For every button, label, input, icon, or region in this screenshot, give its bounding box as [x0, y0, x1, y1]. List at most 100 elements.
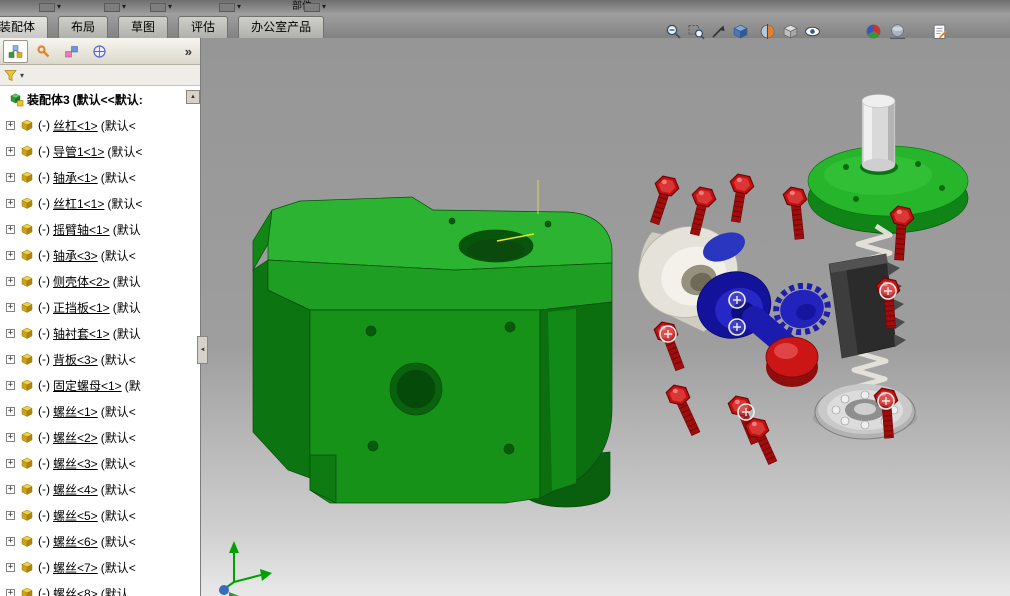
ribbon-tab-4[interactable]: 办公室产品 — [238, 16, 325, 38]
red-cap-part[interactable] — [765, 336, 819, 387]
tree-item[interactable]: + (-) 背板<3> (默认< — [0, 346, 200, 372]
featuremanager-tab[interactable] — [3, 39, 28, 63]
hide-show-icon[interactable] — [801, 21, 823, 41]
expand-icon[interactable]: + — [6, 146, 15, 156]
propertymanager-tab[interactable] — [31, 40, 56, 63]
tree-item[interactable]: + (-) 丝杠<1> (默认< — [0, 112, 200, 138]
expand-icon[interactable]: + — [6, 484, 15, 494]
expand-icon[interactable]: + — [6, 250, 15, 260]
mate-marker[interactable] — [879, 282, 897, 300]
tree-item[interactable]: + (-) 轴承<3> (默认< — [0, 242, 200, 268]
tree-item[interactable]: + (-) 螺丝<3> (默认< — [0, 450, 200, 476]
mate-marker[interactable] — [728, 318, 746, 336]
viewport-3d[interactable] — [201, 38, 1010, 596]
tree-item-config: (默认< — [100, 456, 136, 471]
expand-icon[interactable]: + — [6, 354, 15, 364]
expand-icon[interactable]: + — [6, 224, 15, 234]
panel-splitter-handle[interactable]: ◄ — [197, 336, 208, 364]
menu-dropdown-icon[interactable]: ▾ — [168, 1, 172, 12]
expand-icon[interactable]: + — [6, 120, 15, 130]
expand-icon[interactable]: + — [6, 380, 15, 390]
expand-icon[interactable]: + — [6, 198, 15, 208]
expand-icon[interactable]: + — [6, 562, 15, 572]
bolt-part[interactable] — [781, 186, 808, 240]
ribbon-tab-0[interactable]: 装配体 — [0, 16, 49, 38]
display-style-icon[interactable] — [779, 21, 801, 41]
menu-dropdown-icon[interactable]: ▾ — [122, 1, 126, 12]
tree-item[interactable]: + (-) 螺丝<2> (默认< — [0, 424, 200, 450]
piston-rod-part[interactable] — [861, 94, 896, 172]
tree-item[interactable]: + (-) 螺丝<8> (默认 — [0, 580, 200, 596]
green-housing-part[interactable] — [252, 180, 613, 508]
mate-marker[interactable] — [737, 403, 755, 421]
ribbon-tab-1[interactable]: 布局 — [58, 16, 109, 38]
tree-item-name: 螺丝<7> — [53, 560, 98, 575]
tree-item[interactable]: + (-) 导管1<1> (默认< — [0, 138, 200, 164]
tree-item[interactable]: + (-) 固定螺母<1> (默 — [0, 372, 200, 398]
tree-item-state: (-) — [38, 456, 50, 470]
configurationmanager-tab[interactable] — [59, 40, 84, 63]
tree-item[interactable]: + (-) 螺丝<6> (默认< — [0, 528, 200, 554]
zoom-fit-icon[interactable] — [685, 21, 707, 41]
tree-item[interactable]: + (-) 侧壳体<2> (默认 — [0, 268, 200, 294]
tree-scroll-up-button[interactable]: ▲ — [186, 90, 200, 104]
view-orientation-icon[interactable] — [729, 21, 751, 41]
expand-icon[interactable]: + — [6, 406, 15, 416]
tree-item[interactable]: + (-) 螺丝<7> (默认< — [0, 554, 200, 580]
tree-item[interactable]: + (-) 丝杠1<1> (默认< — [0, 190, 200, 216]
tree-item[interactable]: + (-) 螺丝<4> (默认< — [0, 476, 200, 502]
menu-dropdown-icon[interactable]: ▾ — [237, 1, 241, 12]
bolt-part[interactable] — [743, 417, 778, 466]
tree-item-config: (默认 — [112, 326, 141, 341]
expand-icon[interactable]: + — [6, 510, 15, 520]
toolbar-stub-icon — [304, 3, 320, 12]
expand-icon[interactable]: + — [6, 172, 15, 182]
tree-item-name: 丝杠1<1> — [53, 196, 105, 211]
bolt-part[interactable] — [728, 173, 755, 223]
zoom-area-icon[interactable] — [707, 21, 729, 41]
expand-icon[interactable]: + — [6, 276, 15, 286]
tree-item-config: (默认 — [112, 274, 141, 289]
filter-dropdown-icon[interactable]: ▾ — [20, 71, 24, 80]
expand-icon[interactable]: + — [6, 432, 15, 442]
expand-icon[interactable]: + — [6, 588, 15, 596]
tree-item-state: (-) — [38, 300, 50, 314]
mate-marker[interactable] — [728, 291, 746, 309]
tree-item-config: (默认 — [100, 586, 129, 596]
tree-root[interactable]: 装配体3 (默认<<默认: — [0, 86, 200, 112]
tree-item-name: 螺丝<2> — [53, 430, 98, 445]
tree-item-name: 螺丝<8> — [53, 586, 98, 596]
tree-item[interactable]: + (-) 螺丝<1> (默认< — [0, 398, 200, 424]
tree-item-name: 轴衬套<1> — [53, 326, 110, 341]
expand-icon[interactable]: + — [6, 328, 15, 338]
edit-appearance-icon[interactable] — [862, 21, 884, 41]
tree-item[interactable]: + (-) 正挡板<1> (默认 — [0, 294, 200, 320]
ribbon-tab-3[interactable]: 评估 — [178, 16, 229, 38]
bolt-part[interactable] — [649, 175, 680, 226]
expand-icon[interactable]: + — [6, 302, 15, 312]
tree-item-state: (-) — [38, 482, 50, 496]
tree-item[interactable]: + (-) 摇臂轴<1> (默认 — [0, 216, 200, 242]
gear-rack-part[interactable] — [828, 253, 906, 359]
mate-marker[interactable] — [659, 325, 677, 343]
panel-overflow-button[interactable]: » — [180, 44, 197, 59]
expand-icon[interactable]: + — [6, 458, 15, 468]
view-settings-icon[interactable] — [928, 21, 950, 41]
section-view-icon[interactable] — [756, 21, 778, 41]
tree-item[interactable]: + (-) 轴承<1> (默认< — [0, 164, 200, 190]
dimxpertmanager-tab[interactable] — [87, 40, 112, 63]
filter-funnel-icon[interactable] — [4, 69, 17, 82]
mate-marker[interactable] — [877, 392, 895, 410]
tree-item[interactable]: + (-) 轴衬套<1> (默认 — [0, 320, 200, 346]
apply-scene-icon[interactable] — [886, 21, 908, 41]
menu-dropdown-icon[interactable]: ▾ — [322, 1, 326, 12]
ribbon-tab-2[interactable]: 草图 — [118, 16, 169, 38]
tree-item[interactable]: + (-) 螺丝<5> (默认< — [0, 502, 200, 528]
bolt-part[interactable] — [664, 384, 701, 436]
expand-icon[interactable]: + — [6, 536, 15, 546]
blue-shaft-assembly[interactable] — [690, 227, 833, 359]
zoom-out-icon[interactable] — [662, 21, 684, 41]
bearing-part[interactable] — [813, 384, 917, 440]
menu-dropdown-icon[interactable]: ▾ — [57, 1, 61, 12]
viewport-area[interactable] — [201, 38, 1010, 596]
